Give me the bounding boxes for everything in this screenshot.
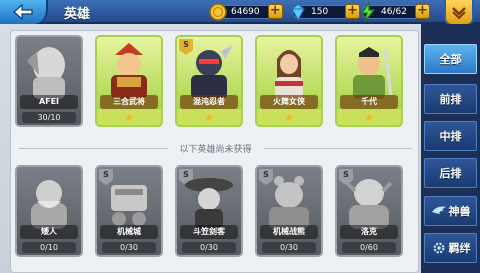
tab-front-label: 前排 <box>439 93 462 106</box>
star-icon: ★ <box>284 110 294 124</box>
hero-portrait <box>27 47 65 99</box>
fragment-count: 0/60 <box>342 241 396 253</box>
hero-card[interactable]: S 洛克 0/60 <box>335 165 403 257</box>
star-icon: ★ <box>364 110 374 124</box>
tab-bond[interactable]: 羁绊 <box>424 233 477 263</box>
hero-name: 矮人 <box>20 225 78 239</box>
fragment-count: 30/10 <box>22 111 76 123</box>
hero-card[interactable]: 三合武将 ★ <box>95 35 163 127</box>
gear-icon <box>433 242 444 254</box>
hero-name: 混沌忍者 <box>180 95 238 109</box>
hero-grid: AFEI 30/10 三合武将 ★ S 混沌忍者 ★ 火舞女侠 ★ 千代 ★ 以… <box>10 30 419 273</box>
hero-name: 机械战熊 <box>260 225 318 239</box>
tab-bond-label: 羁绊 <box>448 242 471 255</box>
gold-counter: 64690 + <box>209 3 283 21</box>
hero-name: 斗笠剑客 <box>180 225 238 239</box>
hero-card[interactable]: S 混沌忍者 ★ <box>175 35 243 127</box>
hero-card[interactable]: AFEI 30/10 <box>15 35 83 127</box>
tab-middle[interactable]: 中排 <box>424 121 477 151</box>
energy-bolt-icon <box>360 2 376 22</box>
hero-name: 机械城 <box>100 225 158 239</box>
hero-portrait <box>111 185 147 226</box>
hero-portrait <box>111 43 147 99</box>
hero-name: 千代 <box>340 95 398 109</box>
hero-portrait <box>185 178 233 229</box>
page-title: 英雄 <box>64 7 91 22</box>
hero-portrait <box>345 179 393 229</box>
hero-portrait <box>191 45 233 99</box>
tab-all-label: 全部 <box>439 53 462 66</box>
hero-name: 火舞女侠 <box>260 95 318 109</box>
hero-card[interactable]: 火舞女侠 ★ <box>255 35 323 127</box>
tab-all[interactable]: 全部 <box>424 44 477 74</box>
tab-back-label: 后排 <box>439 167 462 180</box>
hero-card[interactable]: S 机械城 0/30 <box>95 165 163 257</box>
back-arrow-icon <box>13 4 33 20</box>
diamond-counter: 150 + <box>291 3 360 22</box>
top-bar: 英雄 64690 + 150 + 46/62 + <box>0 0 480 26</box>
hero-portrait <box>269 176 309 229</box>
hero-portrait <box>31 180 67 229</box>
hero-name: 三合武将 <box>100 95 158 109</box>
star-icon: ★ <box>204 110 214 124</box>
wing-icon <box>431 206 446 214</box>
divider-text: 以下英雄尚未获得 <box>179 144 252 155</box>
fragment-count: 0/30 <box>262 241 316 253</box>
tab-back[interactable]: 后排 <box>424 158 477 188</box>
fragment-count: 0/30 <box>102 241 156 253</box>
chevron-down-icon <box>452 7 466 19</box>
hero-name: 洛克 <box>340 225 398 239</box>
tab-beast-label: 神兽 <box>448 205 471 218</box>
hero-card[interactable]: S 斗笠剑客 0/30 <box>175 165 243 257</box>
dropdown-menu-button[interactable] <box>444 0 474 26</box>
hero-portrait <box>353 47 393 99</box>
back-button[interactable] <box>0 0 48 24</box>
hero-portrait <box>275 50 303 99</box>
hero-name: AFEI <box>20 95 78 109</box>
star-icon: ★ <box>124 110 134 124</box>
locked-section-divider: 以下英雄尚未获得 <box>11 141 418 155</box>
tab-beast[interactable]: 神兽 <box>424 196 477 226</box>
fragment-count: 0/10 <box>22 241 76 253</box>
tab-middle-label: 中排 <box>439 130 462 143</box>
hero-screen: 英雄 64690 + 150 + 46/62 + 全部 前排 中排 后排 神兽 … <box>0 0 480 273</box>
diamond-icon <box>291 3 305 22</box>
locked-hero-row: 矮人 0/10 S 机械城 0/30 S 斗笠剑客 0/30 S 机械战熊 0/… <box>15 165 403 257</box>
energy-counter: 46/62 + <box>360 2 430 22</box>
fragment-count: 0/30 <box>182 241 236 253</box>
hero-card[interactable]: 千代 ★ <box>335 35 403 127</box>
add-gold-button[interactable]: + <box>267 4 283 19</box>
tab-front[interactable]: 前排 <box>424 84 477 114</box>
add-energy-button[interactable]: + <box>415 4 430 19</box>
hero-card[interactable]: 矮人 0/10 <box>15 165 83 257</box>
gold-coin-icon <box>209 3 227 21</box>
hero-card[interactable]: S 机械战熊 0/30 <box>255 165 323 257</box>
owned-hero-row: AFEI 30/10 三合武将 ★ S 混沌忍者 ★ 火舞女侠 ★ 千代 ★ <box>15 35 403 127</box>
